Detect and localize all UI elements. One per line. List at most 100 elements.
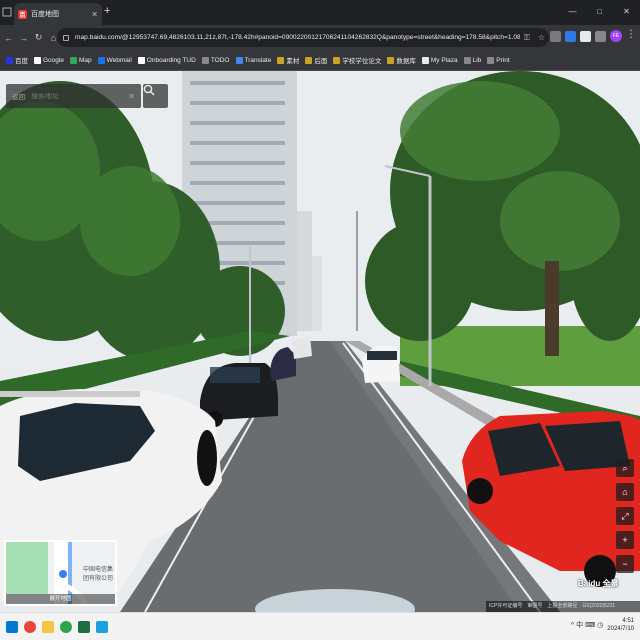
- tab-title: 百度地图: [31, 11, 59, 18]
- system-tray: ^ 中 ⌨ ◷ 4:51 2024/7/10: [571, 617, 634, 633]
- new-tab-button[interactable]: +: [104, 5, 110, 17]
- reload-button[interactable]: ↻: [32, 32, 45, 43]
- bookmark-item[interactable]: Translate: [235, 56, 271, 64]
- baidu-logo: Baidu 全景: [578, 579, 619, 588]
- star-icon[interactable]: ☆: [538, 33, 545, 42]
- zoom-in-button[interactable]: +: [616, 531, 634, 549]
- bookmark-favicon-icon: [69, 56, 77, 64]
- fullscreen-button[interactable]: ⤢: [616, 507, 634, 525]
- bookmark-label: 百度: [15, 58, 28, 65]
- bookmark-item[interactable]: Google: [34, 56, 64, 64]
- clock-date: 2024/7/10: [607, 626, 634, 632]
- bookmark-label: Onboarding TUD: [146, 56, 196, 64]
- bookmark-favicon-icon: [97, 56, 105, 64]
- bookmark-favicon-icon: [305, 56, 313, 64]
- excel-icon[interactable]: [78, 620, 90, 633]
- expand-map-button[interactable]: 展开地图: [6, 594, 115, 604]
- bookmark-item[interactable]: 数据库: [387, 55, 416, 65]
- search-nearby-button[interactable]: ⌕: [616, 459, 634, 477]
- map-right-controls: ⌕ ⌂ ⤢ + −: [616, 459, 638, 573]
- bookmark-favicon-icon: [387, 56, 395, 64]
- map-search-box[interactable]: 返回 ✕: [6, 84, 141, 108]
- baidu-map-favicon-icon: 百: [18, 9, 27, 19]
- key-icon[interactable]: ⚿: [524, 33, 530, 43]
- bookmark-item[interactable]: Map: [69, 56, 92, 64]
- bookmark-favicon-icon: [34, 56, 41, 64]
- browser-menu-icon[interactable]: ⋮: [626, 29, 636, 42]
- bookmark-label: 后面: [314, 58, 328, 65]
- bookmark-favicon-icon: [6, 56, 13, 64]
- bookmark-label: 素材: [286, 58, 300, 65]
- bookmark-item[interactable]: Onboarding TUD: [137, 56, 196, 64]
- back-button[interactable]: ←: [2, 33, 15, 43]
- profile-avatar[interactable]: FE: [610, 30, 622, 42]
- edge-icon[interactable]: [60, 620, 72, 633]
- bookmark-favicon-icon: [277, 56, 285, 64]
- qq-icon[interactable]: [96, 620, 108, 633]
- bookmark-label: 学校学位论文: [342, 58, 382, 65]
- url-text[interactable]: map.baidu.com/@12953747.69,4826103.11,21…: [75, 34, 520, 41]
- back-link[interactable]: 返回: [12, 91, 25, 101]
- icp-license-link[interactable]: ICP许可证编号: [489, 601, 522, 612]
- bookmark-label: Map: [78, 56, 92, 64]
- clear-search-icon[interactable]: ✕: [128, 92, 135, 101]
- bookmark-item[interactable]: 素材: [277, 55, 299, 65]
- clock[interactable]: 4:51 2024/7/10: [607, 617, 634, 633]
- bookmark-favicon-icon: [421, 56, 429, 64]
- bookmark-item[interactable]: Print: [487, 56, 510, 64]
- zoom-out-button[interactable]: −: [616, 555, 634, 573]
- close-tab-icon[interactable]: ✕: [91, 10, 98, 19]
- bookmark-label: Google: [43, 56, 64, 64]
- copyright-bar: ICP许可证编号 审图号 上报全景路径 GS(2020)5231: [486, 601, 640, 612]
- tab-search-icon[interactable]: [2, 5, 12, 19]
- chrome-icon[interactable]: [24, 620, 36, 633]
- extension-3-icon[interactable]: [580, 31, 591, 42]
- bookmark-favicon-icon: [235, 56, 243, 64]
- maximize-button[interactable]: □: [586, 0, 613, 25]
- bookmark-favicon-icon: [137, 56, 145, 64]
- bookmark-label: 数据库: [396, 58, 416, 65]
- windows-taskbar: ^ 中 ⌨ ◷ 4:51 2024/7/10: [0, 612, 640, 640]
- gs-number: GS(2020)5231: [582, 603, 616, 609]
- bookmark-label: Lib: [472, 56, 482, 64]
- bookmark-item[interactable]: My Plaza: [421, 56, 458, 64]
- file-explorer-icon[interactable]: [42, 620, 54, 633]
- street-scene[interactable]: [0, 71, 640, 612]
- clock-time: 4:51: [622, 618, 634, 624]
- extension-2-icon[interactable]: [565, 31, 576, 42]
- bookmark-label: Print: [496, 56, 510, 64]
- minimize-button[interactable]: —: [559, 0, 586, 25]
- street-view-panorama[interactable]: 返回 ✕ 中国电信集团有限公司 展开地图 ⌕ ⌂ ⤢ + − Baidu 全景 …: [0, 71, 640, 612]
- site-info-icon[interactable]: [63, 34, 69, 41]
- bookmark-item[interactable]: Lib: [463, 56, 482, 64]
- bookmark-label: TODO: [210, 56, 230, 64]
- bookmark-item[interactable]: Webmail: [97, 56, 132, 64]
- home-view-button[interactable]: ⌂: [616, 483, 634, 501]
- browser-tab[interactable]: 百 百度地图 ✕: [14, 3, 102, 25]
- address-search-input[interactable]: [31, 92, 129, 100]
- windows-start-icon[interactable]: [6, 620, 18, 633]
- map-review-number: 审图号: [527, 603, 543, 609]
- browser-toolbar: ← → ↻ ⌂ map.baidu.com/@12953747.69,48261…: [0, 25, 640, 50]
- search-button[interactable]: [143, 84, 168, 108]
- bookmark-item[interactable]: 百度: [6, 55, 28, 65]
- bookmark-item[interactable]: 学校学位论文: [333, 55, 381, 65]
- browser-tab-strip: 百 百度地图 ✕ + — □ ✕: [0, 0, 640, 25]
- close-window-button[interactable]: ✕: [613, 0, 640, 25]
- bookmark-favicon-icon: [201, 56, 209, 64]
- forward-button[interactable]: →: [17, 33, 30, 43]
- bookmark-favicon-icon: [487, 56, 495, 64]
- bookmark-item[interactable]: TODO: [201, 56, 230, 64]
- window-controls: — □ ✕: [559, 0, 640, 25]
- bookmark-favicon-icon: [463, 56, 471, 64]
- minimap[interactable]: 中国电信集团有限公司 展开地图: [4, 540, 117, 606]
- report-path-link[interactable]: 上报全景路径: [547, 601, 577, 612]
- extension-1-icon[interactable]: [550, 31, 561, 42]
- bookmark-item[interactable]: 后面: [305, 55, 327, 65]
- address-bar[interactable]: map.baidu.com/@12953747.69,4826103.11,21…: [57, 28, 549, 47]
- bookmark-label: Webmail: [106, 56, 132, 64]
- extension-4-icon[interactable]: [595, 31, 606, 42]
- minimap-place-label: 中国电信集团有限公司: [83, 567, 114, 582]
- tray-icons[interactable]: ^ 中 ⌨ ◷: [571, 620, 603, 630]
- bookmarks-bar: 百度 Google Map Webmail Onboarding TUD TODO Tran…: [0, 50, 640, 71]
